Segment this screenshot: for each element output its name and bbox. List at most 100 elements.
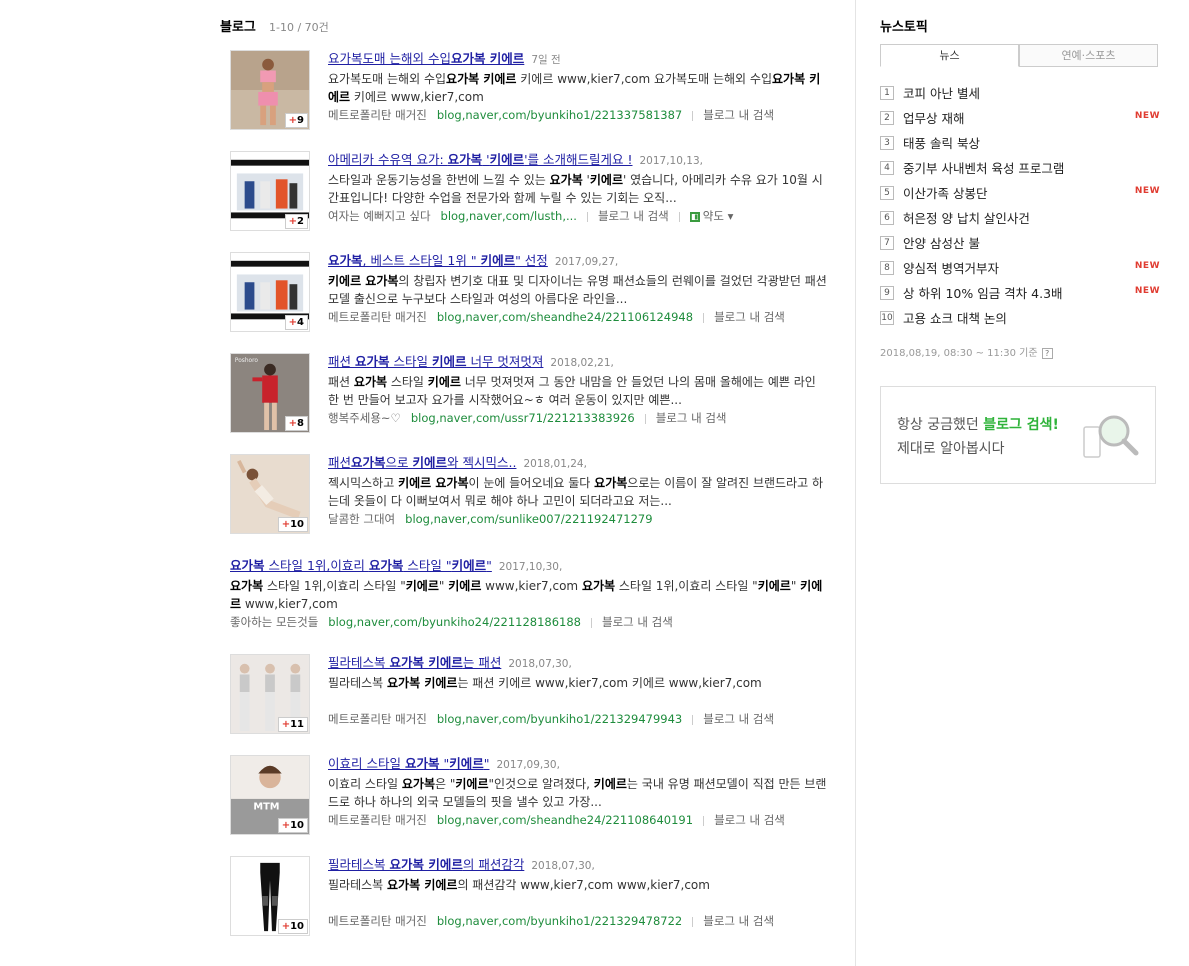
- result-title-link[interactable]: 패션 요가복 스타일 키에르 너무 멋져멋져: [328, 354, 543, 369]
- blog-url[interactable]: blog,naver,com/lusth,...: [441, 209, 577, 223]
- news-item[interactable]: 8 양심적 병역거부자 NEW: [880, 258, 1160, 283]
- map-link[interactable]: ◧ 약도 ▾: [689, 209, 733, 223]
- result-meta: 메트로폴리탄 매거진 blog,naver,com/byunkiho1/22133…: [328, 106, 828, 124]
- image-count-badge: +4: [284, 315, 308, 330]
- news-item[interactable]: 4 중기부 사내벤처 육성 프로그램: [880, 158, 1160, 183]
- result-title-line: 아메리카 수유역 요가: 요가복 '키에르'를 소개해드릴게요 ! 2017,10…: [328, 151, 828, 170]
- blog-url[interactable]: blog,naver,com/sunlike007/221192471279: [405, 512, 652, 526]
- blog-name[interactable]: 메트로폴리탄 매거진: [328, 108, 427, 122]
- result-meta: 메트로폴리탄 매거진 blog,naver,com/byunkiho1/22132…: [328, 912, 828, 930]
- blog-url[interactable]: blog,naver,com/ussr71/221213383926: [411, 411, 635, 425]
- result-description: 이효리 스타일 요가복은 "키에르"인것으로 알려졌다, 키에르는 국내 유명 …: [328, 777, 827, 809]
- blog-search-promo[interactable]: 항상 궁금했던 블로그 검색! 제대로 알아봅시다: [880, 386, 1156, 484]
- blog-url[interactable]: blog,naver,com/sheandhe24/221108640191: [437, 813, 693, 827]
- rank-number: 8: [880, 260, 894, 275]
- result-title-link[interactable]: 패션요가복으로 키에르와 젝시믹스..: [328, 455, 516, 470]
- tab-entertainment-sports[interactable]: 연예·스포츠: [1019, 44, 1158, 67]
- blog-name[interactable]: 행복주세용~♡: [328, 411, 401, 425]
- blog-name[interactable]: 메트로폴리탄 매거진: [328, 712, 427, 726]
- news-item[interactable]: 1 코피 아난 별세: [880, 83, 1160, 108]
- news-item[interactable]: 10 고용 쇼크 대책 논의: [880, 308, 1160, 333]
- blog-name[interactable]: 메트로폴리탄 매거진: [328, 914, 427, 928]
- image-count: 8: [297, 418, 304, 429]
- result-title-link[interactable]: 이효리 스타일 요가복 "키에르": [328, 756, 489, 771]
- blog-url[interactable]: blog,naver,com/byunkiho24/221128186188: [328, 615, 581, 629]
- result-thumbnail[interactable]: +10: [230, 856, 310, 936]
- news-item[interactable]: 3 태풍 솔릭 북상: [880, 133, 1160, 158]
- news-headline[interactable]: 태풍 솔릭 북상: [903, 136, 980, 151]
- result-body: 패션요가복으로 키에르와 젝시믹스.. 2018,01,24, 젝시믹스하고 키에르…: [328, 454, 828, 528]
- result-meta: 메트로폴리탄 매거진 blog,naver,com/sheandhe24/2211…: [328, 811, 828, 829]
- result-title-link[interactable]: 요가복도매 는해외 수입요가복 키에르: [328, 51, 524, 66]
- news-timestamp: 2018,08,19, 08:30 ~ 11:30 기준?: [880, 344, 1053, 359]
- new-badge: NEW: [1134, 186, 1160, 196]
- blog-name[interactable]: 여자는 예뻐지고 싶다: [328, 209, 431, 223]
- plus-icon: +: [288, 317, 298, 328]
- result-date: 2017,10,13,: [639, 155, 703, 167]
- news-headline[interactable]: 허은정 양 납치 살인사건: [903, 211, 1030, 226]
- news-item[interactable]: 6 허은정 양 납치 살인사건: [880, 208, 1160, 233]
- result-thumbnail[interactable]: MTM +10: [230, 755, 310, 835]
- blog-name[interactable]: 좋아하는 모든것들: [230, 615, 318, 629]
- result-title-link[interactable]: 필라테스복 요가복 키에르의 패션감각: [328, 857, 524, 872]
- search-in-blog-link[interactable]: 블로그 내 검색: [602, 615, 673, 629]
- result-date: 2018,07,30,: [508, 658, 572, 670]
- blog-url[interactable]: blog,naver,com/sheandhe24/221106124948: [437, 310, 693, 324]
- blog-url[interactable]: blog,naver,com/byunkiho1/221337581387: [437, 108, 682, 122]
- result-thumbnail[interactable]: Poshoro +8: [230, 353, 310, 433]
- news-item[interactable]: 2 업무상 재해 NEW: [880, 108, 1160, 133]
- news-item[interactable]: 9 상 하위 10% 임금 격차 4.3배 NEW: [880, 283, 1160, 308]
- image-count-badge: +9: [284, 113, 308, 128]
- search-in-blog-link[interactable]: 블로그 내 검색: [714, 310, 785, 324]
- result-body: 요가복 스타일 1위,이효리 요가복 스타일 "키에르" 2017,10,30, 요…: [230, 557, 828, 631]
- news-headline[interactable]: 고용 쇼크 대책 논의: [903, 311, 1007, 326]
- image-count-badge: +10: [277, 919, 308, 934]
- image-count: 4: [297, 317, 304, 328]
- plus-icon: +: [281, 820, 291, 831]
- new-badge: NEW: [1134, 286, 1160, 296]
- news-headline[interactable]: 양심적 병역거부자: [903, 261, 999, 276]
- promo-highlight: 블로그 검색!: [983, 417, 1059, 433]
- search-in-blog-link[interactable]: 블로그 내 검색: [598, 209, 669, 223]
- result-thumbnail[interactable]: +9: [230, 50, 310, 130]
- result-title-line: 필라테스복 요가복 키에르의 패션감각 2018,07,30,: [328, 856, 828, 875]
- result-thumbnail[interactable]: +10: [230, 454, 310, 534]
- news-headline[interactable]: 상 하위 10% 임금 격차 4.3배: [903, 286, 1063, 301]
- result-title-link[interactable]: 필라테스복 요가복 키에르는 패션: [328, 655, 501, 670]
- plus-icon: +: [281, 719, 291, 730]
- result-description: 필라테스복 요가복 키에르는 패션 키에르 www,kier7,com 키에르 …: [328, 676, 762, 690]
- search-in-blog-link[interactable]: 블로그 내 검색: [714, 813, 785, 827]
- result-title-link[interactable]: 아메리카 수유역 요가: 요가복 '키에르'를 소개해드릴게요 !: [328, 152, 633, 167]
- news-headline[interactable]: 중기부 사내벤처 육성 프로그램: [903, 161, 1064, 176]
- result-title-link[interactable]: 요가복, 베스트 스타일 1위 " 키에르" 선정: [328, 253, 548, 268]
- search-in-blog-link[interactable]: 블로그 내 검색: [703, 914, 774, 928]
- news-headline[interactable]: 안양 삼성산 불: [903, 236, 980, 251]
- tab-news[interactable]: 뉴스: [880, 44, 1019, 67]
- rank-number: 10: [880, 310, 894, 325]
- new-badge: NEW: [1134, 111, 1160, 121]
- news-item[interactable]: 5 이산가족 상봉단 NEW: [880, 183, 1160, 208]
- search-in-blog-link[interactable]: 블로그 내 검색: [703, 712, 774, 726]
- result-title-link[interactable]: 요가복 스타일 1위,이효리 요가복 스타일 "키에르": [230, 558, 492, 573]
- blog-name[interactable]: 메트로폴리탄 매거진: [328, 813, 427, 827]
- result-body: 요가복, 베스트 스타일 1위 " 키에르" 선정 2017,09,27, 키에르 …: [328, 252, 828, 326]
- search-in-blog-link[interactable]: 블로그 내 검색: [656, 411, 727, 425]
- result-body: 필라테스복 요가복 키에르는 패션 2018,07,30, 필라테스복 요가복 키에…: [328, 654, 828, 728]
- news-item[interactable]: 7 안양 삼성산 불: [880, 233, 1160, 258]
- blog-name[interactable]: 메트로폴리탄 매거진: [328, 310, 427, 324]
- search-in-blog-link[interactable]: 블로그 내 검색: [703, 108, 774, 122]
- blog-url[interactable]: blog,naver,com/byunkiho1/221329479943: [437, 712, 682, 726]
- result-thumbnail[interactable]: +11: [230, 654, 310, 734]
- blog-url[interactable]: blog,naver,com/byunkiho1/221329478722: [437, 914, 682, 928]
- news-headline[interactable]: 이산가족 상봉단: [903, 186, 987, 201]
- result-body: 요가복도매 는해외 수입요가복 키에르 7일 전 요가복도매 는해외 수입요가복 키…: [328, 50, 828, 124]
- new-badge: NEW: [1134, 261, 1160, 271]
- news-headline[interactable]: 코피 아난 별세: [903, 86, 980, 101]
- news-headline[interactable]: 업무상 재해: [903, 111, 964, 126]
- result-thumbnail[interactable]: +4: [230, 252, 310, 332]
- news-tabs: 뉴스 연예·스포츠: [880, 44, 1158, 67]
- result-description: 젝시믹스하고 키에르 요가복이 눈에 들어오네요 둘다 요가복으로는 이름이 잘…: [328, 476, 823, 508]
- blog-name[interactable]: 달콤한 그대여: [328, 512, 395, 526]
- help-icon[interactable]: ?: [1041, 347, 1053, 359]
- result-thumbnail[interactable]: +2: [230, 151, 310, 231]
